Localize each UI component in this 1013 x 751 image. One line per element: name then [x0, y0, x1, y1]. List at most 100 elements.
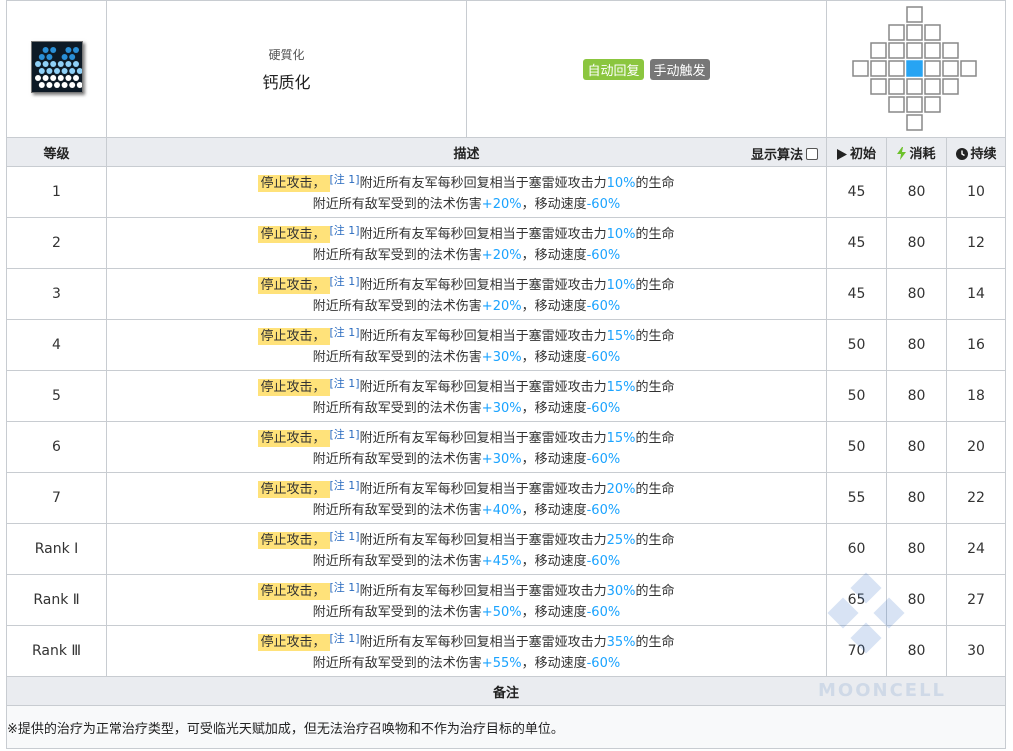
- note-link[interactable]: [注 1]: [330, 428, 360, 441]
- stop-attack-highlight: 停止攻击，: [258, 430, 330, 447]
- heal-text: 附近所有友军每秒回复相当于塞雷娅攻击力: [359, 176, 607, 191]
- description-cell: 停止攻击， [注 1]附近所有友军每秒回复相当于塞雷娅攻击力10%的生命 附近所有敌…: [106, 268, 827, 320]
- cost-cell: 80: [886, 523, 947, 575]
- move-text: ，移动速度: [521, 605, 587, 620]
- notes-text: ※提供的治疗为正常治疗类型，可受临光天赋加成，但无法治疗召唤物和不作为治疗目标的…: [5, 705, 1007, 749]
- stop-attack-highlight: 停止攻击，: [258, 481, 330, 498]
- description-cell: 停止攻击， [注 1]附近所有友军每秒回复相当于塞雷娅攻击力15%的生命 附近所有敌…: [106, 370, 827, 422]
- icon-dot: [57, 61, 64, 67]
- note-link[interactable]: [注 1]: [330, 377, 360, 390]
- duration-cell: 12: [945, 217, 1007, 269]
- move-value: -60%: [586, 197, 621, 212]
- lightning-icon: [897, 146, 907, 160]
- note-link[interactable]: [注 1]: [330, 275, 360, 288]
- move-value: -60%: [586, 299, 621, 314]
- range-cell: [924, 78, 941, 95]
- range-cell: [924, 42, 941, 59]
- damage-text: 附近所有敌军受到的法术伤害: [312, 248, 482, 263]
- note-link[interactable]: [注 1]: [330, 479, 360, 492]
- damage-value: +30%: [481, 350, 522, 365]
- icon-dot: [64, 75, 71, 81]
- col-cost: 消耗: [886, 137, 947, 167]
- level-row: 3 停止攻击， [注 1]附近所有友军每秒回复相当于塞雷娅攻击力10%的生命 附近所有…: [6, 268, 1007, 320]
- damage-text: 附近所有敌军受到的法术伤害: [312, 197, 482, 212]
- range-cell: [888, 24, 905, 41]
- range-cell: [906, 6, 923, 23]
- icon-dot: [38, 54, 45, 60]
- col-duration: 持续: [945, 137, 1007, 167]
- heal-suffix: 的生命: [635, 584, 675, 599]
- heal-text: 附近所有友军每秒回复相当于塞雷娅攻击力: [359, 431, 607, 446]
- duration-cell: 16: [945, 319, 1007, 371]
- heal-suffix: 的生命: [635, 533, 675, 548]
- icon-dot: [38, 68, 45, 74]
- level-row: 2 停止攻击， [注 1]附近所有友军每秒回复相当于塞雷娅攻击力10%的生命 附近所有…: [6, 217, 1007, 269]
- note-link[interactable]: [注 1]: [330, 632, 360, 645]
- damage-value: +55%: [481, 656, 522, 671]
- note-link[interactable]: [注 1]: [330, 530, 360, 543]
- move-text: ，移动速度: [521, 248, 587, 263]
- show-algorithm-checkbox[interactable]: [806, 147, 818, 160]
- icon-dot: [72, 61, 79, 67]
- stop-attack-highlight: 停止攻击，: [258, 328, 330, 345]
- icon-dot: [57, 75, 64, 81]
- col-description-label: 描述: [453, 146, 480, 162]
- show-algorithm-toggle[interactable]: 显示算法: [751, 144, 818, 163]
- heal-value: 35%: [606, 635, 636, 650]
- damage-value: +30%: [481, 401, 522, 416]
- level-cell: 3: [6, 268, 107, 320]
- heal-text: 附近所有友军每秒回复相当于塞雷娅攻击力: [359, 584, 607, 599]
- range-cell: [888, 42, 905, 59]
- heal-value: 10%: [606, 278, 636, 293]
- range-cell: [924, 24, 941, 41]
- level-cell: 7: [6, 472, 107, 524]
- damage-text: 附近所有敌军受到的法术伤害: [312, 452, 482, 467]
- column-header-row: 等级 描述 显示算法 初始 消耗 持续: [6, 137, 1007, 167]
- move-value: -60%: [586, 452, 621, 467]
- icon-dot: [49, 61, 56, 67]
- show-algorithm-label: 显示算法: [750, 148, 803, 163]
- damage-value: +45%: [481, 554, 522, 569]
- duration-cell: 10: [945, 166, 1007, 218]
- damage-value: +50%: [481, 605, 522, 620]
- move-value: -60%: [586, 605, 621, 620]
- icon-dot: [53, 82, 60, 88]
- note-link[interactable]: [注 1]: [330, 581, 360, 594]
- move-text: ，移动速度: [521, 554, 587, 569]
- range-cell: [906, 24, 923, 41]
- heal-suffix: 的生命: [635, 278, 675, 293]
- level-row: 4 停止攻击， [注 1]附近所有友军每秒回复相当于塞雷娅攻击力15%的生命 附近所有…: [6, 319, 1007, 371]
- note-link[interactable]: [注 1]: [330, 224, 360, 237]
- description-cell: 停止攻击， [注 1]附近所有友军每秒回复相当于塞雷娅攻击力20%的生命 附近所有敌…: [106, 472, 827, 524]
- icon-dot: [42, 47, 49, 53]
- initial-cell: 45: [826, 217, 887, 269]
- heal-value: 15%: [606, 380, 636, 395]
- duration-cell: 27: [945, 574, 1007, 626]
- level-cell: Rank Ⅰ: [6, 523, 107, 575]
- icon-dot: [72, 47, 79, 53]
- col-initial: 初始: [826, 137, 887, 167]
- note-link[interactable]: [注 1]: [330, 326, 360, 339]
- range-cell: [825, 0, 1007, 138]
- level-cell: 5: [6, 370, 107, 422]
- note-link[interactable]: [注 1]: [330, 173, 360, 186]
- damage-value: +20%: [481, 197, 522, 212]
- level-row: Rank Ⅲ 停止攻击， [注 1]附近所有友军每秒回复相当于塞雷娅攻击力35%的生…: [6, 625, 1007, 677]
- heal-suffix: 的生命: [635, 380, 675, 395]
- range-cell: [888, 78, 905, 95]
- clock-icon: [955, 147, 968, 160]
- heal-value: 20%: [606, 482, 636, 497]
- move-value: -60%: [586, 554, 621, 569]
- level-cell: Rank Ⅲ: [6, 625, 107, 677]
- col-cost-label: 消耗: [909, 146, 936, 162]
- range-cell: [870, 78, 887, 95]
- range-cell: [852, 60, 869, 77]
- icon-dot: [68, 54, 75, 60]
- duration-cell: 24: [945, 523, 1007, 575]
- damage-text: 附近所有敌军受到的法术伤害: [312, 554, 482, 569]
- cost-cell: 80: [886, 268, 947, 320]
- cost-cell: 80: [886, 370, 947, 422]
- icon-dot: [34, 61, 41, 67]
- damage-text: 附近所有敌军受到的法术伤害: [312, 350, 482, 365]
- icon-dot: [49, 75, 56, 81]
